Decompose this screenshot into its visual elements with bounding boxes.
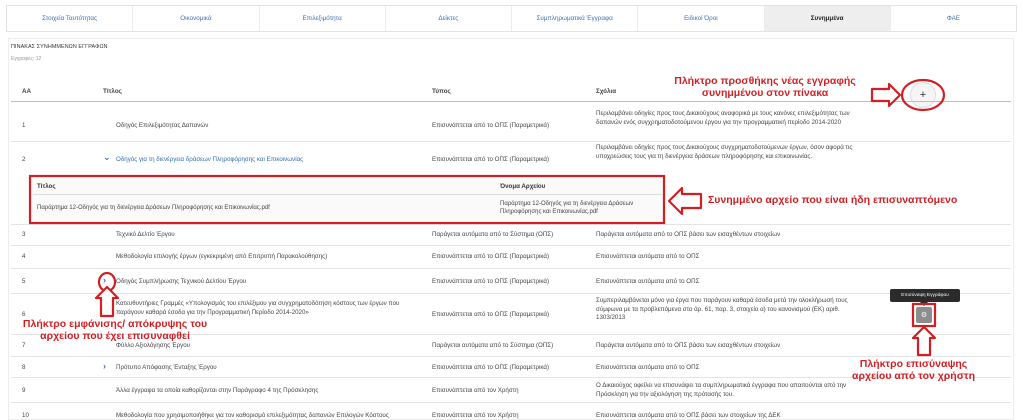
annotation-attached-file: Συνημμένο αρχείο που είναι ήδη επισυναπτ… <box>708 194 958 206</box>
arrow-left-icon <box>667 186 703 216</box>
annotation-user-attach: Πλήκτρο επισύναψης αρχείου από τον χρήστ… <box>852 358 975 382</box>
attached-file-highlight <box>28 174 666 225</box>
arrow-up-icon <box>911 325 937 357</box>
arrow-up-icon <box>94 285 120 318</box>
add-button-highlight <box>900 78 946 112</box>
annotation-toggle: Πλήκτρο εμφάνισης/ απόκρυψης του αρχείου… <box>22 318 208 342</box>
annotation-add-row: Πλήκτρο προσθήκης νέας εγγραφής συνημμέν… <box>674 75 856 99</box>
attach-button-highlight <box>911 302 937 328</box>
arrow-right-icon <box>870 82 902 108</box>
annotation-overlay <box>28 78 946 357</box>
